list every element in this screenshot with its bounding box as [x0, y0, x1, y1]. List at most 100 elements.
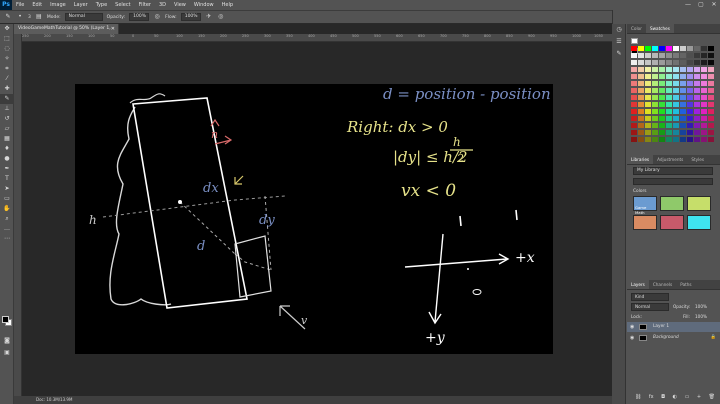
blur-tool-icon[interactable]: ♦ — [0, 144, 14, 154]
layer-filter-kind[interactable]: Kind — [631, 293, 669, 301]
type-tool-icon[interactable]: T — [0, 174, 14, 184]
foreground-color-swatch[interactable] — [2, 316, 9, 323]
color-swatch[interactable] — [645, 137, 651, 142]
color-swatch[interactable] — [645, 67, 651, 72]
color-swatch[interactable] — [687, 67, 693, 72]
tab-libraries[interactable]: Libraries — [627, 155, 654, 164]
color-swatch[interactable] — [631, 102, 637, 107]
color-swatch[interactable] — [673, 95, 679, 100]
brush-panel-icon[interactable]: ▤ — [35, 13, 43, 21]
color-swatch[interactable] — [673, 130, 679, 135]
color-swatch[interactable] — [708, 67, 714, 72]
more-tools-icon[interactable]: … — [0, 224, 14, 234]
color-swatch[interactable] — [680, 88, 686, 93]
color-swatch[interactable] — [708, 46, 714, 51]
color-swatch[interactable] — [708, 130, 714, 135]
color-swatch[interactable] — [631, 88, 637, 93]
delete-layer-icon[interactable]: 🗑 — [709, 394, 715, 402]
color-swatch[interactable] — [666, 95, 672, 100]
color-swatch[interactable] — [680, 67, 686, 72]
color-swatch[interactable] — [687, 102, 693, 107]
color-swatch[interactable] — [673, 81, 679, 86]
color-swatch[interactable] — [659, 123, 665, 128]
pressure-size-icon[interactable]: ◎ — [217, 13, 225, 21]
mode-select[interactable]: Normal — [64, 13, 103, 21]
new-layer-icon[interactable]: + — [697, 394, 701, 402]
menu-view[interactable]: View — [170, 0, 190, 10]
color-swatch[interactable] — [708, 116, 714, 121]
menu-window[interactable]: Window — [190, 0, 218, 10]
color-swatch[interactable] — [638, 53, 644, 58]
color-swatch[interactable] — [673, 109, 679, 114]
color-swatch[interactable] — [638, 109, 644, 114]
color-swatch[interactable] — [694, 137, 700, 142]
edit-toolbar-icon[interactable]: ⋯ — [0, 234, 14, 244]
color-swatch[interactable] — [694, 74, 700, 79]
healing-tool-icon[interactable]: ✚ — [0, 84, 14, 94]
close-document-icon[interactable]: ✕ — [111, 24, 115, 34]
color-swatch[interactable] — [631, 60, 637, 65]
brush-tool-icon[interactable]: ✎ — [0, 94, 14, 104]
adjustment-layer-icon[interactable]: ◐ — [673, 394, 677, 402]
swatch-foreground[interactable] — [631, 38, 638, 44]
color-swatch[interactable] — [701, 130, 707, 135]
color-swatch[interactable] — [652, 60, 658, 65]
history-panel-icon[interactable]: ◷ — [612, 24, 626, 36]
eye-icon[interactable]: ◉ — [630, 333, 634, 343]
color-swatch[interactable] — [687, 88, 693, 93]
color-swatch[interactable] — [638, 60, 644, 65]
color-swatch[interactable] — [652, 130, 658, 135]
screen-mode-icon[interactable]: ▣ — [0, 348, 14, 358]
color-swatch[interactable] — [701, 116, 707, 121]
color-swatch[interactable] — [694, 123, 700, 128]
color-swatch[interactable] — [687, 116, 693, 121]
opacity-field[interactable]: 100% — [129, 13, 150, 21]
color-swatch[interactable] — [694, 130, 700, 135]
blend-mode-select[interactable]: Normal — [631, 303, 669, 311]
color-swatch[interactable] — [666, 109, 672, 114]
color-swatch[interactable] — [687, 74, 693, 79]
color-swatch[interactable] — [701, 53, 707, 58]
color-swatch[interactable] — [666, 53, 672, 58]
color-swatch[interactable] — [659, 46, 665, 51]
color-swatch[interactable] — [645, 81, 651, 86]
color-swatch[interactable] — [687, 137, 693, 142]
color-swatch[interactable] — [638, 74, 644, 79]
color-swatch[interactable] — [680, 130, 686, 135]
color-swatch[interactable] — [673, 88, 679, 93]
color-swatch[interactable] — [652, 74, 658, 79]
color-swatch[interactable] — [645, 53, 651, 58]
color-swatch[interactable] — [673, 46, 679, 51]
layer-opacity-field[interactable]: 100% — [695, 304, 707, 309]
library-color-tile[interactable] — [633, 215, 657, 230]
add-mask-icon[interactable]: ◘ — [661, 394, 665, 402]
color-swatch[interactable] — [645, 109, 651, 114]
eye-icon[interactable]: ◉ — [630, 322, 634, 332]
brush-tool-icon[interactable]: ✎ — [4, 13, 12, 21]
tab-channels[interactable]: Channels — [649, 280, 676, 289]
color-swatch[interactable] — [673, 116, 679, 121]
color-swatch[interactable] — [638, 137, 644, 142]
color-swatch[interactable] — [652, 109, 658, 114]
color-swatch[interactable] — [645, 116, 651, 121]
lasso-tool-icon[interactable]: ◌ — [0, 44, 14, 54]
color-swatch[interactable] — [652, 88, 658, 93]
tab-adjustments[interactable]: Adjustments — [653, 155, 687, 164]
color-swatch[interactable] — [673, 53, 679, 58]
clone-stamp-tool-icon[interactable]: ⊥ — [0, 104, 14, 114]
color-swatch[interactable] — [638, 88, 644, 93]
color-swatch[interactable] — [687, 60, 693, 65]
crop-tool-icon[interactable]: ⌗ — [0, 64, 14, 74]
library-color-tile[interactable] — [660, 196, 684, 211]
marquee-tool-icon[interactable]: ⬚ — [0, 34, 14, 44]
quick-mask-icon[interactable]: ◙ — [0, 336, 14, 346]
color-swatch[interactable] — [687, 46, 693, 51]
color-swatch[interactable] — [638, 95, 644, 100]
color-swatch[interactable] — [687, 109, 693, 114]
pen-tool-icon[interactable]: ✒ — [0, 164, 14, 174]
color-swatch[interactable] — [680, 46, 686, 51]
minimize-button[interactable]: — — [682, 0, 694, 10]
color-swatch[interactable] — [652, 46, 658, 51]
path-select-tool-icon[interactable]: ➤ — [0, 184, 14, 194]
layer-style-icon[interactable]: fx — [649, 394, 654, 402]
